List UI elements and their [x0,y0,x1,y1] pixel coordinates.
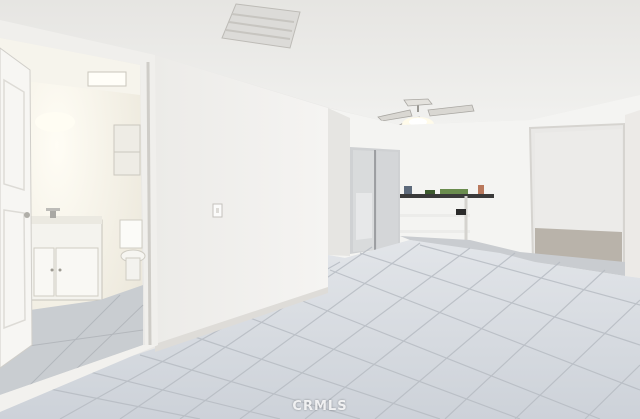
bathroom-door [0,47,33,369]
bathroom-light-fixture [87,71,127,87]
right-wall [625,110,640,278]
closet-column [328,108,350,256]
watermark: CRMLS [292,399,348,414]
right-doorway [528,122,625,270]
room-illustration [0,0,640,419]
room-photo: CRMLS [0,0,640,419]
medicine-cabinet [113,124,141,176]
mirrored-closet [350,147,400,254]
